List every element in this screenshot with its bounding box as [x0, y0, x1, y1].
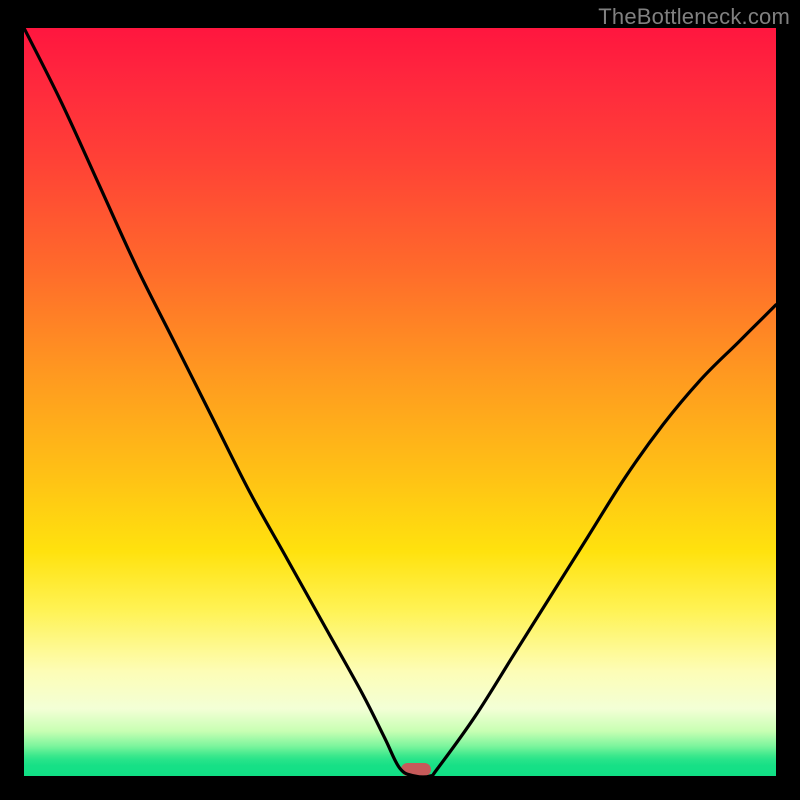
plot-area — [24, 28, 776, 776]
bottleneck-curve — [24, 28, 776, 776]
chart-frame: TheBottleneck.com — [0, 0, 800, 800]
curve-path — [24, 28, 776, 776]
watermark-text: TheBottleneck.com — [598, 4, 790, 30]
